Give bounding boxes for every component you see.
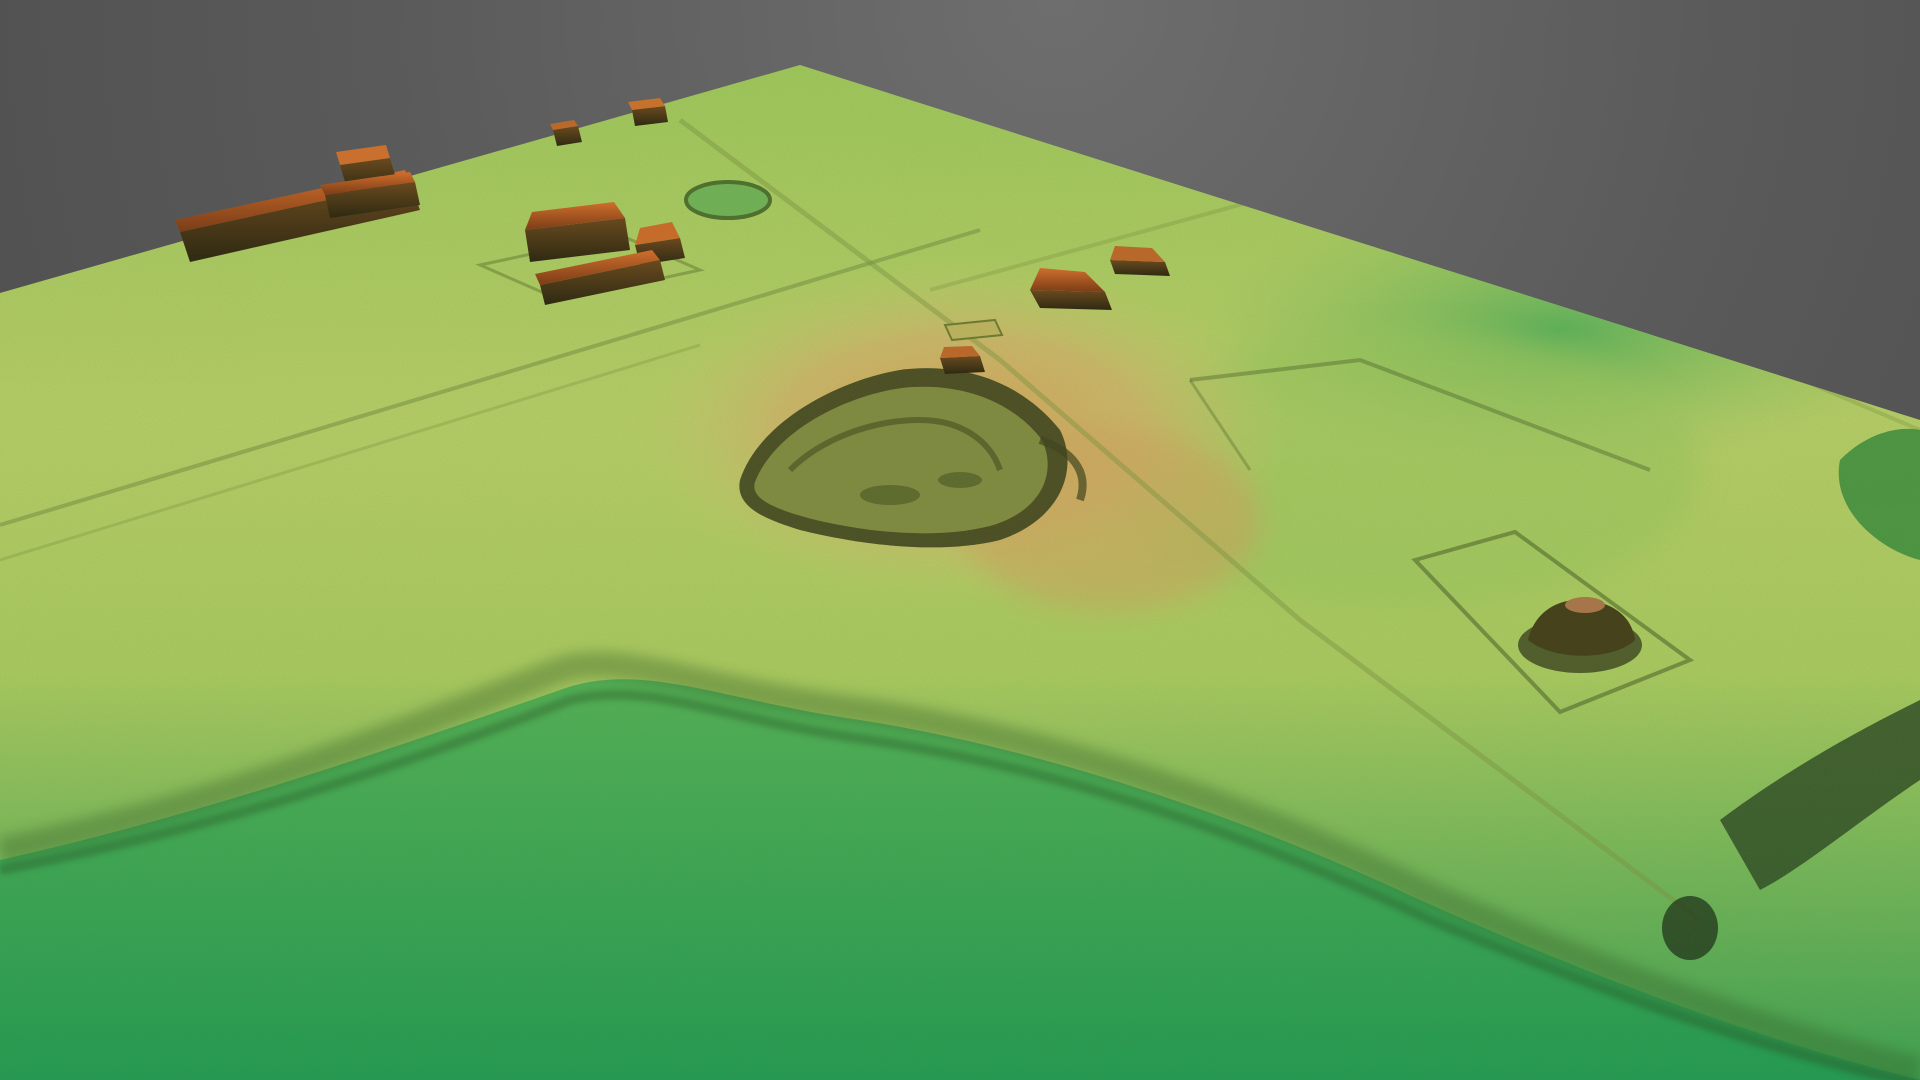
terrain-canvas[interactable] [0,0,1920,1080]
terrain-viewer[interactable] [0,0,1920,1080]
building-barn-tall [320,145,420,218]
